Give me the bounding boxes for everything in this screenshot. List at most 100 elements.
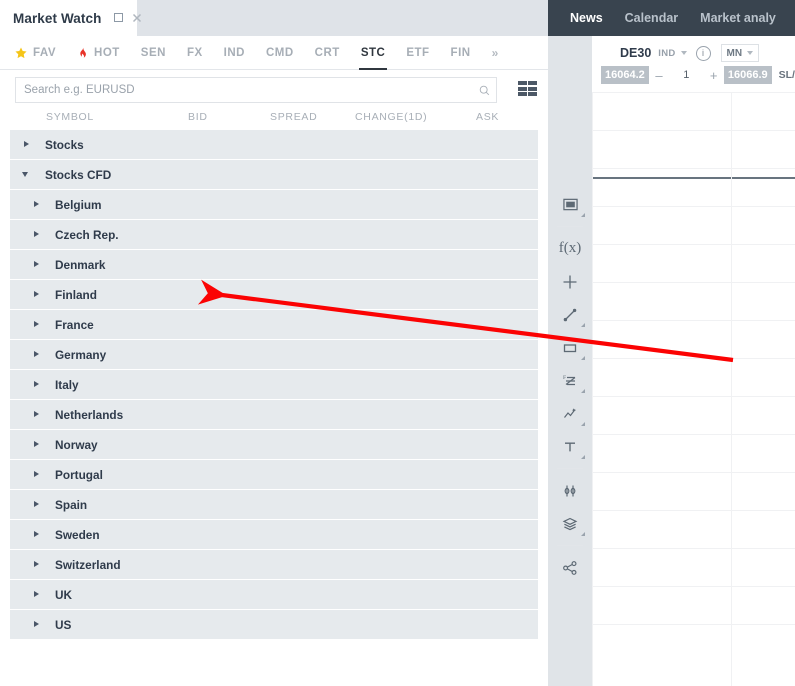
chevron-right-icon[interactable] (32, 620, 41, 629)
tab-crt[interactable]: CRT (315, 36, 340, 70)
chart-type-icon[interactable] (548, 188, 592, 221)
submenu-indicator-icon (581, 455, 585, 459)
tree-row-norway[interactable]: Norway (10, 430, 538, 459)
chart-gridline (592, 548, 795, 549)
tree-row-netherlands[interactable]: Netherlands (10, 400, 538, 429)
chevron-right-icon[interactable] (32, 410, 41, 419)
chevron-right-icon[interactable] (32, 530, 41, 539)
instrument-tree-list[interactable]: Stocks Stocks CFD Belgium Czech Rep. Den… (0, 130, 548, 686)
stop-loss-label[interactable]: SL/ (779, 69, 795, 81)
tree-row-us[interactable]: US (10, 610, 538, 639)
chevron-right-icon[interactable] (32, 290, 41, 299)
chevron-right-icon[interactable] (32, 440, 41, 449)
tree-row-spain[interactable]: Spain (10, 490, 538, 519)
tree-row-label: UK (55, 587, 73, 602)
tree-row-finland[interactable]: Finland (10, 280, 538, 309)
timeframe-label: MN (726, 47, 743, 59)
tree-row-france[interactable]: France (10, 310, 538, 339)
tree-row-italy[interactable]: Italy (10, 370, 538, 399)
chevron-right-icon[interactable] (32, 350, 41, 359)
chevron-right-icon[interactable] (32, 470, 41, 479)
tree-row-germany[interactable]: Germany (10, 340, 538, 369)
instrument-symbol[interactable]: DE30 (620, 46, 651, 60)
tab-hot[interactable]: HOT (77, 36, 120, 70)
ask-price-button[interactable]: 16066.9 (723, 66, 772, 84)
tree-row-switzerland[interactable]: Switzerland (10, 550, 538, 579)
bid-price-button[interactable]: 16064.2 (601, 66, 649, 84)
tab-label: HOT (94, 46, 120, 59)
chart-gridline (592, 320, 795, 321)
submenu-indicator-icon (581, 532, 585, 536)
market-watch-window: Market Watch FAV HOT SEN FX IND CMD CRT … (0, 0, 548, 686)
close-icon[interactable] (130, 11, 144, 25)
tab-etf[interactable]: ETF (406, 36, 429, 70)
tab-label: ETF (406, 46, 430, 59)
chevron-right-icon[interactable] (32, 380, 41, 389)
tree-row-denmark[interactable]: Denmark (10, 250, 538, 279)
tree-row-belgium[interactable]: Belgium (10, 190, 538, 219)
chevron-down-icon[interactable] (680, 51, 687, 55)
tree-row-label: France (55, 317, 94, 332)
tree-row-label: Czech Rep. (55, 227, 119, 242)
timeframe-selector[interactable]: MN (720, 44, 760, 62)
column-header-spread: SPREAD (270, 111, 318, 123)
tab-label: FAV (33, 46, 57, 59)
search-box[interactable] (15, 77, 497, 103)
chevron-down-icon[interactable] (22, 170, 31, 179)
measure-icon[interactable] (548, 474, 592, 507)
tree-row-label: Spain (55, 497, 88, 512)
indicators-fx-icon[interactable]: f(x) (548, 232, 592, 265)
chevron-right-icon[interactable] (22, 140, 31, 149)
tab-fin[interactable]: FIN (451, 36, 471, 70)
tab-fx[interactable]: FX (187, 36, 203, 70)
tree-row-czech-rep[interactable]: Czech Rep. (10, 220, 538, 249)
chevron-right-icon[interactable] (32, 590, 41, 599)
elliott-wave-icon[interactable] (548, 397, 592, 430)
instrument-type: IND (658, 47, 676, 59)
search-icon[interactable] (472, 84, 496, 97)
tab-ind[interactable]: IND (224, 36, 245, 70)
crosshair-icon[interactable] (548, 265, 592, 298)
column-header-ask: ASK (476, 111, 500, 123)
chevron-right-icon[interactable] (32, 500, 41, 509)
chart-gridline (592, 472, 795, 473)
nav-item-market-analysis[interactable]: Market analy (700, 11, 776, 25)
tree-row-uk[interactable]: UK (10, 580, 538, 609)
volume-input[interactable]: 1 (669, 66, 703, 84)
grid-view-icon[interactable] (518, 81, 537, 96)
rectangle-shape-icon[interactable] (548, 331, 592, 364)
tree-row-portugal[interactable]: Portugal (10, 460, 538, 489)
top-navigation-bar: News Calendar Market analy (548, 0, 795, 36)
chart-price-level-line (592, 177, 795, 179)
text-tool-icon[interactable] (548, 430, 592, 463)
chart-gridline (592, 206, 795, 207)
search-input[interactable] (16, 78, 472, 102)
tab-stc[interactable]: STC (358, 36, 387, 70)
share-icon[interactable] (548, 551, 592, 584)
tree-row-stocks[interactable]: Stocks (10, 130, 538, 159)
fibonacci-icon[interactable]: F (548, 364, 592, 397)
maximize-icon[interactable] (113, 11, 127, 25)
chevron-right-icon[interactable] (32, 560, 41, 569)
tree-row-label: Portugal (55, 467, 103, 482)
chevron-right-icon[interactable] (32, 260, 41, 269)
nav-item-calendar[interactable]: Calendar (625, 11, 679, 25)
info-icon[interactable]: i (695, 45, 711, 61)
tab-label: CRT (314, 46, 340, 59)
chevron-right-icon[interactable] (32, 200, 41, 209)
chevron-right-icon[interactable] (32, 320, 41, 329)
trend-line-icon[interactable] (548, 298, 592, 331)
star-icon (14, 46, 28, 60)
tab-fav[interactable]: FAV (14, 36, 56, 70)
volume-decrease-button[interactable]: – (649, 66, 669, 84)
tab-cmd[interactable]: CMD (266, 36, 294, 70)
layers-icon[interactable] (548, 507, 592, 540)
tab-sen[interactable]: SEN (141, 36, 166, 70)
tree-row-stocks-cfd[interactable]: Stocks CFD (10, 160, 538, 189)
tree-row-sweden[interactable]: Sweden (10, 520, 538, 549)
chevron-right-icon[interactable] (32, 230, 41, 239)
nav-item-news[interactable]: News (570, 11, 603, 25)
volume-increase-button[interactable]: + (703, 66, 723, 84)
column-header-change: CHANGE(1D) (355, 111, 428, 123)
tabs-overflow-icon[interactable]: » (492, 36, 499, 70)
